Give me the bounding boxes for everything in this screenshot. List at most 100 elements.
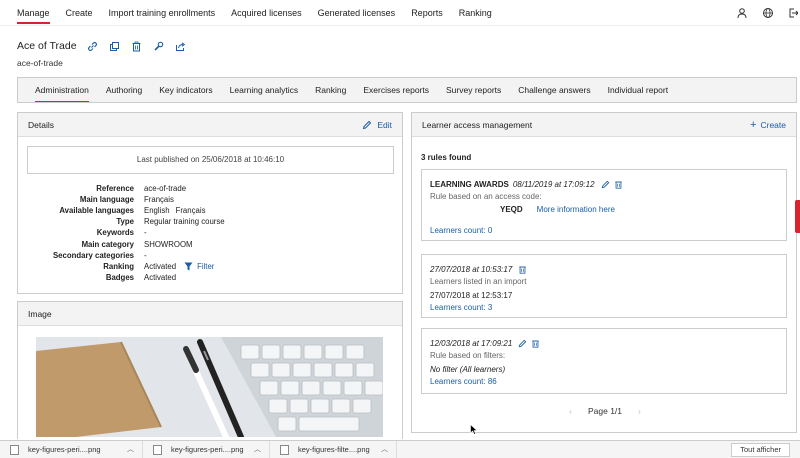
- filter-icon: [184, 262, 193, 271]
- create-rule-button[interactable]: + Create: [750, 118, 786, 131]
- rule-detail: 27/07/2018 at 12:53:17: [430, 290, 513, 300]
- details-fields: Reference ace-of-trade Main language Fra…: [27, 183, 394, 283]
- learners-count-link[interactable]: Learners count: 0: [430, 224, 778, 236]
- trash-icon[interactable]: [518, 265, 527, 274]
- pagination: ‹ Page 1/1 ›: [412, 406, 798, 416]
- details-header: Details Edit: [18, 113, 402, 137]
- trash-icon[interactable]: [531, 339, 540, 348]
- file-icon: [280, 444, 289, 455]
- access-code: YEQD: [500, 204, 523, 214]
- user-icon[interactable]: [736, 7, 748, 19]
- learner-access-panel: Learner access management + Create 3 rul…: [411, 112, 797, 433]
- course-image: [36, 337, 383, 437]
- page-indicator: Page 1/1: [587, 406, 623, 416]
- field-secondary-categories: Secondary categories -: [27, 250, 394, 261]
- rule-date: 27/07/2018 at 10:53:17: [430, 264, 513, 274]
- details-panel: Details Edit Last published on 25/06/201…: [17, 112, 403, 294]
- tab-administration[interactable]: Administration: [35, 81, 89, 102]
- more-info-link[interactable]: More information here: [537, 205, 615, 214]
- globe-icon[interactable]: [762, 7, 774, 19]
- field-main-category: Main category SHOWROOM: [27, 238, 394, 249]
- field-available-languages: Available languages English Français: [27, 205, 394, 216]
- field-key: Type: [116, 217, 134, 227]
- rule-desc: Learners listed in an import: [430, 276, 527, 286]
- prev-page-button[interactable]: ‹: [569, 406, 572, 416]
- tab-survey-reports[interactable]: Survey reports: [446, 81, 501, 99]
- chevron-up-icon[interactable]: ︿: [381, 444, 388, 454]
- ranking-value: Activated: [144, 261, 177, 271]
- nav-create[interactable]: Create: [66, 4, 93, 22]
- nav-manage[interactable]: Manage: [17, 4, 50, 24]
- field-value: Activated Filter: [144, 262, 214, 271]
- pencil-icon: [363, 120, 372, 129]
- field-key: Reference: [96, 184, 134, 194]
- nav-generated-licenses[interactable]: Generated licenses: [318, 4, 396, 22]
- download-bar: key-figures-peri....png ︿ key-figures-pe…: [0, 440, 800, 458]
- side-feedback-tab[interactable]: [795, 200, 800, 233]
- plus-icon: +: [750, 118, 757, 131]
- tab-individual-report[interactable]: Individual report: [608, 81, 668, 99]
- create-label: Create: [760, 119, 786, 130]
- tab-key-indicators[interactable]: Key indicators: [159, 81, 212, 99]
- field-key: Available languages: [59, 206, 134, 216]
- rule-card: 27/07/2018 at 10:53:17 Learners listed i…: [421, 254, 787, 318]
- download-filename: key-figures-filte....png: [298, 445, 370, 454]
- duplicate-icon[interactable]: [109, 41, 120, 52]
- pencil-icon[interactable]: [601, 180, 610, 189]
- details-title: Details: [28, 119, 54, 130]
- file-icon: [10, 444, 19, 455]
- field-ranking: Ranking Activated Filter: [27, 261, 394, 272]
- header-icons: [736, 0, 800, 26]
- chevron-up-icon[interactable]: ︿: [254, 444, 261, 454]
- logout-icon[interactable]: [788, 7, 799, 19]
- field-value: Français: [144, 195, 174, 205]
- ranking-filter-link[interactable]: Filter: [184, 262, 214, 271]
- field-value: ace-of-trade: [144, 184, 187, 194]
- language-francais: Français: [175, 206, 206, 216]
- show-all-downloads-button[interactable]: Tout afficher: [731, 443, 790, 457]
- access-header: Learner access management + Create: [412, 113, 796, 137]
- download-item[interactable]: key-figures-peri....png ︿: [143, 440, 270, 458]
- learners-count-link[interactable]: Learners count: 86: [430, 375, 778, 387]
- trash-icon[interactable]: [131, 41, 142, 52]
- learners-count-link[interactable]: Learners count: 3: [430, 301, 778, 313]
- download-item[interactable]: key-figures-filte....png ︿: [270, 440, 397, 458]
- nav-reports[interactable]: Reports: [411, 4, 443, 22]
- link-icon[interactable]: [87, 41, 98, 52]
- image-header: Image: [18, 302, 402, 326]
- field-value: Activated: [144, 272, 177, 282]
- image-title: Image: [28, 308, 52, 319]
- rules-count: 3 rules found: [421, 153, 472, 162]
- nav-import-training-enrollments[interactable]: Import training enrollments: [109, 4, 216, 22]
- field-keywords: Keywords -: [27, 227, 394, 238]
- tab-exercises-reports[interactable]: Exercises reports: [363, 81, 429, 99]
- chevron-up-icon[interactable]: ︿: [127, 444, 134, 454]
- tab-authoring[interactable]: Authoring: [106, 81, 142, 99]
- nav-ranking[interactable]: Ranking: [459, 4, 492, 22]
- pencil-icon[interactable]: [518, 339, 527, 348]
- rule-title: LEARNING AWARDS: [430, 179, 509, 189]
- rule-desc: Rule based on filters:: [430, 350, 506, 360]
- file-icon: [153, 444, 162, 455]
- rule-date: 08/11/2019 at 17:09:12: [512, 179, 595, 189]
- share-icon[interactable]: [175, 41, 186, 52]
- field-key: Ranking: [103, 261, 134, 271]
- field-key: Main category: [81, 239, 134, 249]
- image-panel: Image: [17, 301, 403, 439]
- field-value: -: [144, 228, 147, 238]
- next-page-button[interactable]: ›: [638, 406, 641, 416]
- field-type: Type Regular training course: [27, 216, 394, 227]
- download-item[interactable]: key-figures-peri....png ︿: [0, 440, 143, 458]
- tab-challenge-answers[interactable]: Challenge answers: [518, 81, 590, 99]
- field-key: Keywords: [96, 228, 134, 238]
- wrench-icon[interactable]: [153, 41, 164, 52]
- trash-icon[interactable]: [614, 180, 623, 189]
- rule-title-row: LEARNING AWARDS 08/11/2019 at 17:09:12: [430, 178, 778, 190]
- edit-button[interactable]: Edit: [362, 120, 392, 130]
- access-code-row: YEQD More information here: [500, 202, 778, 216]
- tab-ranking[interactable]: Ranking: [315, 81, 346, 99]
- nav-acquired-licenses[interactable]: Acquired licenses: [231, 4, 302, 22]
- published-info: Last published on 25/06/2018 at 10:46:10: [27, 146, 394, 174]
- tab-learning-analytics[interactable]: Learning analytics: [230, 81, 299, 99]
- course-tabs: Administration Authoring Key indicators …: [17, 77, 797, 103]
